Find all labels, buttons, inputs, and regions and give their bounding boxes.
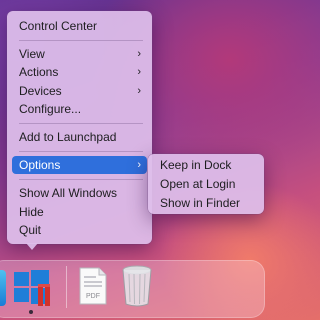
menu-item-label: Quit [19,223,42,237]
submenu-item-label: Open at Login [160,177,236,191]
submenu-item-label: Keep in Dock [160,158,232,172]
submenu-item-open-at-login[interactable]: Open at Login [153,175,259,193]
chevron-right-icon: › [137,159,141,171]
submenu-item-keep-in-dock[interactable]: Keep in Dock [153,156,259,174]
menu-item-label: Actions [19,65,59,79]
menu-item-view[interactable]: View › [12,45,147,63]
running-indicator [29,310,33,314]
pdf-label: PDF [86,293,100,300]
menu-item-label: Show All Windows [19,186,118,200]
dock-divider [66,266,67,308]
menu-item-add-to-launchpad[interactable]: Add to Launchpad [12,128,147,146]
menu-item-label: Hide [19,205,44,219]
chevron-right-icon: › [137,66,141,78]
menu-item-actions[interactable]: Actions › [12,63,147,81]
chevron-right-icon: › [137,85,141,97]
menu-separator [19,40,143,41]
menu-item-options[interactable]: Options › [12,156,147,174]
submenu-item-label: Show in Finder [160,196,241,210]
menu-separator [19,123,143,124]
menu-item-devices[interactable]: Devices › [12,82,147,100]
menu-item-label: Options [19,158,61,172]
menu-separator [19,151,143,152]
menu-item-label: Configure... [19,102,82,116]
dock-context-menu: Control Center View › Actions › Devices … [7,11,152,244]
menu-pointer [26,243,38,250]
menu-item-hide[interactable]: Hide [12,203,147,221]
menu-item-label: Add to Launchpad [19,130,117,144]
pdf-file-icon[interactable]: PDF [78,266,108,311]
menu-item-show-all-windows[interactable]: Show All Windows [12,184,147,202]
menu-item-label: View [19,47,45,61]
menu-item-label: Control Center [19,19,98,33]
partial-app-icon[interactable] [0,270,6,306]
options-submenu: Keep in Dock Open at Login Show in Finde… [148,154,264,214]
menu-item-label: Devices [19,84,62,98]
menu-item-control-center[interactable]: Control Center [12,17,147,35]
submenu-item-show-in-finder[interactable]: Show in Finder [153,194,259,212]
trash-icon[interactable] [120,264,154,313]
chevron-right-icon: › [137,48,141,60]
menu-item-quit[interactable]: Quit [12,221,147,239]
menu-separator [19,179,143,180]
menu-item-configure[interactable]: Configure... [12,100,147,118]
windows-parallels-icon[interactable] [12,266,54,313]
